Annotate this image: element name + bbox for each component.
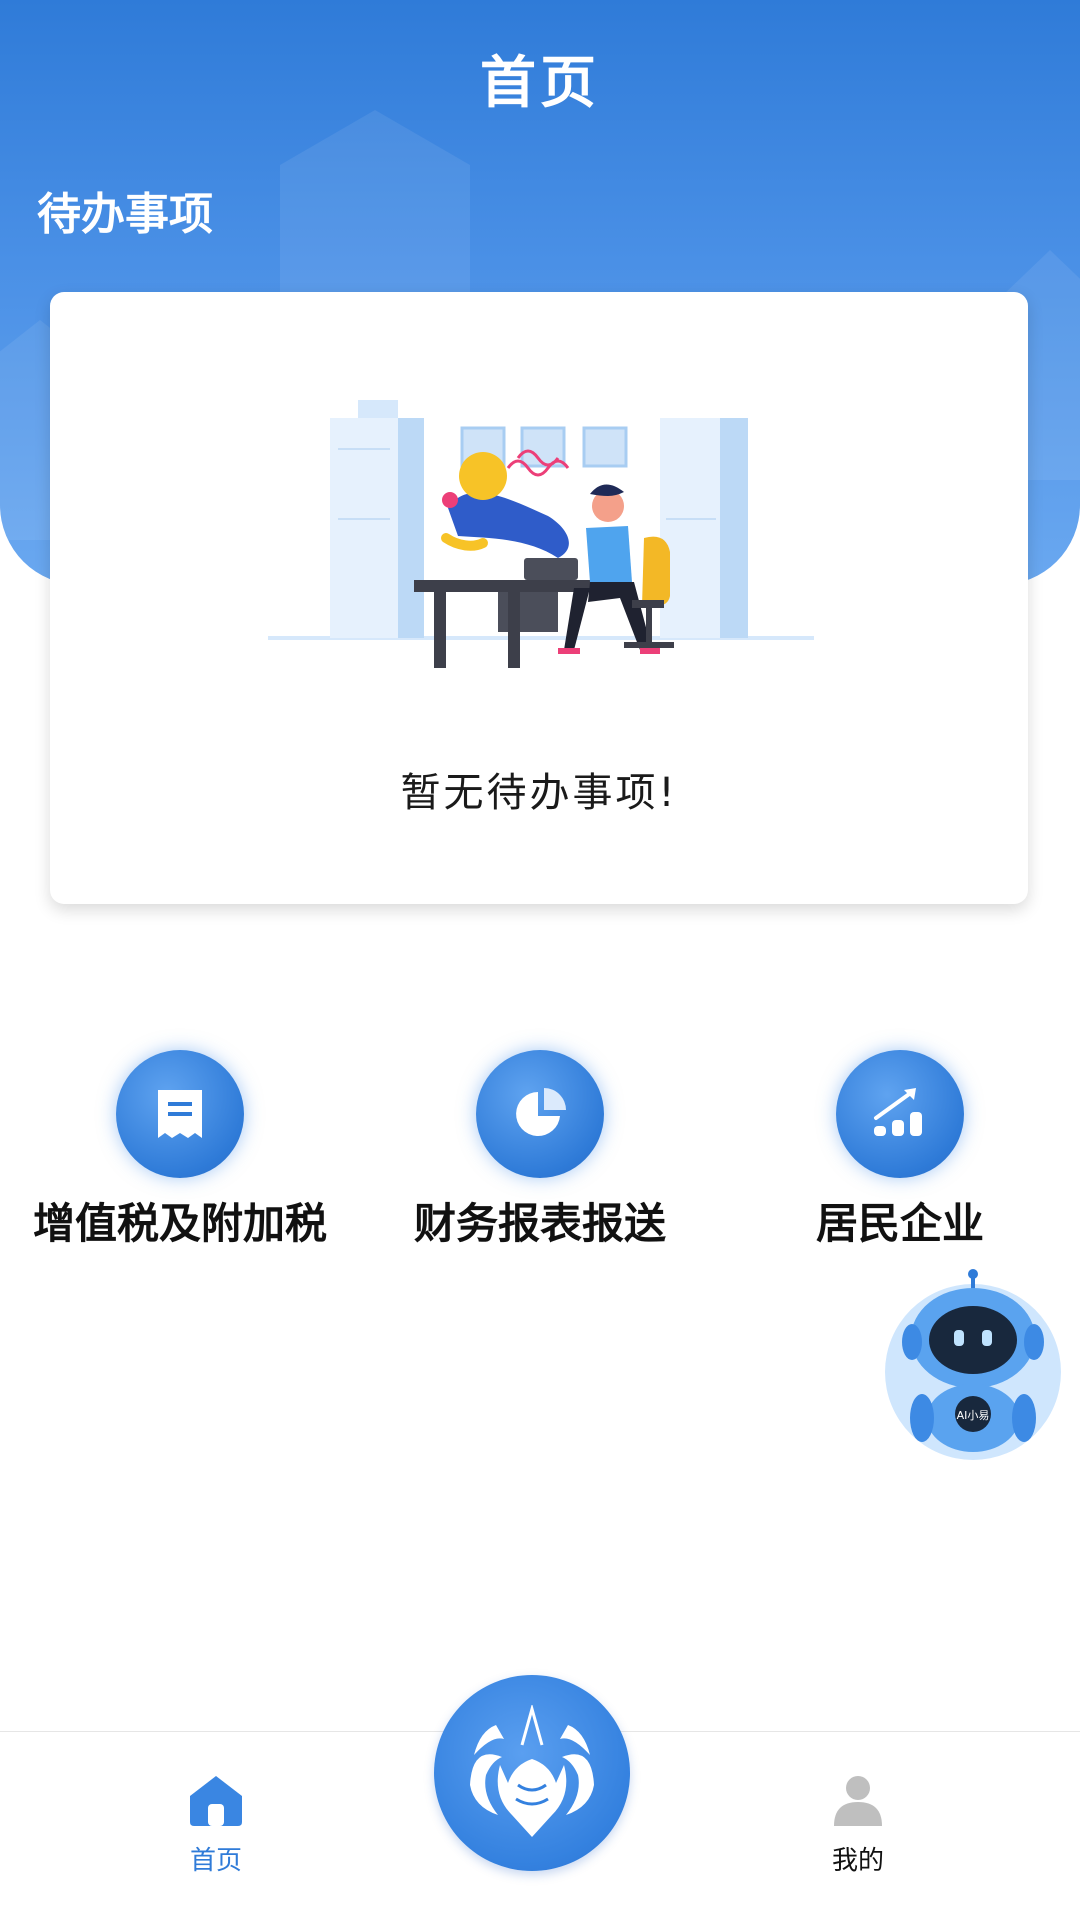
assistant-badge: AI小易 [957, 1409, 990, 1422]
receipt-icon [116, 1050, 244, 1178]
empty-state-illustration [268, 400, 814, 668]
nav-home-label: 首页 [189, 1846, 242, 1876]
todo-card: 暂无待办事项! [50, 292, 1028, 904]
financial-report-button[interactable]: 财务报表报送 [360, 1050, 720, 1250]
pie-chart-icon [476, 1050, 604, 1178]
home-icon [190, 1776, 242, 1826]
center-action-button[interactable] [434, 1675, 630, 1871]
resident-enterprise-button[interactable]: 居民企业 [720, 1050, 1080, 1250]
lobster-logo-icon [470, 1705, 594, 1837]
nav-home[interactable]: 首页 [136, 1772, 296, 1892]
action-label: 居民企业 [815, 1199, 984, 1248]
user-icon [834, 1776, 882, 1826]
ai-assistant-button[interactable]: AI小易 [882, 1268, 1064, 1460]
page-title: 首页 [480, 51, 600, 116]
vat-surtax-button[interactable]: 增值税及附加税 [0, 1050, 360, 1250]
todo-section-title: 待办事项 [37, 189, 213, 240]
quick-actions: 增值税及附加税 财务报表报送 居民企业 [0, 1050, 1080, 1250]
nav-mine[interactable]: 我的 [778, 1772, 938, 1892]
empty-state-text: 暂无待办事项! [400, 770, 678, 816]
action-label: 增值税及附加税 [32, 1199, 327, 1248]
growth-chart-icon [836, 1050, 964, 1178]
home-page: 首页 待办事项 暂无待办事项! 增值税及附加税 财务报表报送 居民企业 AI小易… [0, 0, 1080, 1920]
nav-mine-label: 我的 [831, 1846, 884, 1876]
action-label: 财务报表报送 [413, 1199, 666, 1248]
